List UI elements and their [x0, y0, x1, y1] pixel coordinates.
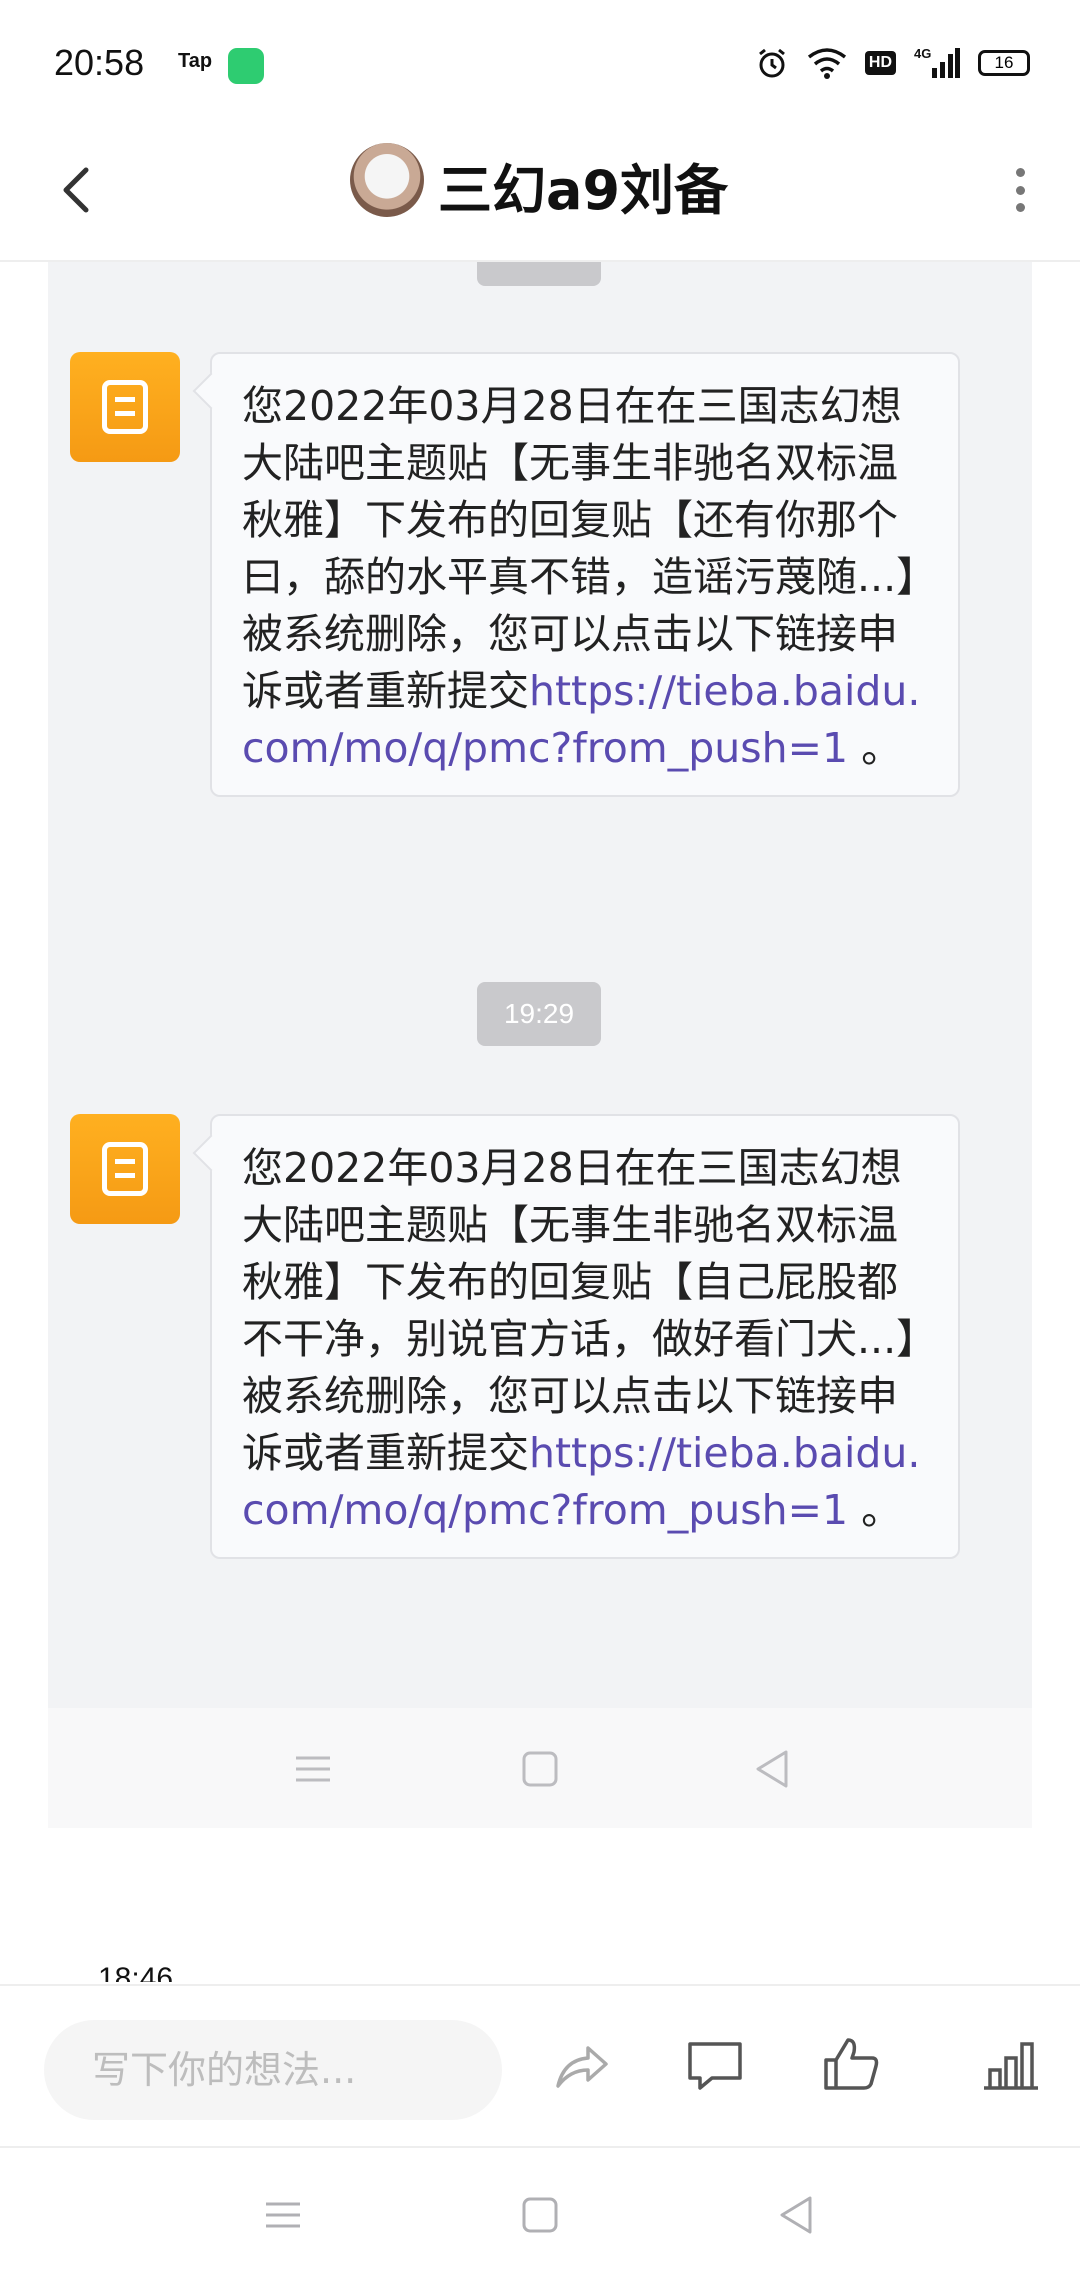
embedded-status-bar: 18:46 — [0, 1960, 1080, 1982]
bottom-action-bar — [0, 1984, 1080, 2148]
menu-icon — [296, 1756, 330, 1782]
avatar[interactable] — [350, 143, 424, 217]
battery-indicator: 16 — [978, 50, 1030, 76]
wifi-icon — [807, 48, 846, 79]
stats-icon[interactable] — [976, 2030, 1046, 2100]
status-time: 20:58 — [54, 42, 145, 83]
status-bar: 20:58 Tap HD 4G 16 — [0, 0, 1080, 120]
home-icon[interactable] — [515, 2190, 565, 2240]
message-text: 您2022年03月28日在在三国志幻想大陆吧主题贴【无事生非驰名双标温秋雅】下发… — [242, 1140, 928, 1539]
like-icon[interactable] — [816, 2030, 886, 2100]
back-triangle-icon[interactable] — [772, 2190, 822, 2240]
message-bubble[interactable]: 您2022年03月28日在在三国志幻想大陆吧主题贴【无事生非驰名双标温秋雅】下发… — [210, 352, 960, 797]
chat-area[interactable]: 您2022年03月28日在在三国志幻想大陆吧主题贴【无事生非驰名双标温秋雅】下发… — [48, 262, 1032, 1708]
chevron-left-icon — [63, 167, 89, 213]
timestamp-chip: 19:29 — [477, 982, 601, 1046]
home-icon — [522, 1751, 558, 1787]
message-body: 您2022年03月28日在在三国志幻想大陆吧主题贴【无事生非驰名双标温秋雅】下发… — [242, 1144, 917, 1477]
back-button[interactable] — [40, 150, 120, 230]
menu-icon[interactable] — [258, 2190, 308, 2240]
dot-icon — [1015, 203, 1025, 212]
message-text: 您2022年03月28日在在三国志幻想大陆吧主题贴【无事生非驰名双标温秋雅】下发… — [242, 378, 928, 777]
dot-icon — [1015, 185, 1025, 195]
chat-title: 三幻a9刘备 — [438, 159, 729, 222]
sender-icon — [70, 352, 180, 462]
document-icon — [102, 1142, 148, 1196]
sender-icon — [70, 1114, 180, 1224]
hd-badge: HD — [864, 51, 896, 75]
message-bubble[interactable]: 您2022年03月28日在在三国志幻想大陆吧主题贴【无事生非驰名双标温秋雅】下发… — [210, 1114, 960, 1559]
more-options-button[interactable] — [1000, 158, 1040, 222]
message-suffix: 。 — [848, 724, 903, 772]
green-app-icon — [228, 48, 264, 84]
signal-icon: 4G — [914, 46, 960, 78]
timestamp-chip — [477, 262, 601, 286]
dot-icon — [1015, 168, 1025, 177]
message-suffix: 。 — [848, 1486, 903, 1534]
alarm-icon — [758, 48, 785, 78]
document-icon — [102, 380, 148, 434]
comment-input[interactable] — [44, 2020, 502, 2120]
status-indicators: HD 4G 16 — [755, 46, 1030, 80]
message-body: 您2022年03月28日在在三国志幻想大陆吧主题贴【无事生非驰名双标温秋雅】下发… — [242, 382, 917, 715]
back-triangle-icon — [756, 1750, 788, 1788]
chat-header: 三幻a9刘备 — [0, 120, 1080, 262]
embedded-nav-bar — [48, 1708, 1032, 1828]
network-label: 4G — [914, 46, 931, 61]
comment-icon[interactable] — [680, 2030, 750, 2100]
status-time: 18:46 — [98, 1962, 174, 1982]
share-icon[interactable] — [546, 2030, 616, 2100]
tap-app-icon: Tap — [178, 50, 213, 72]
system-nav-bar — [0, 2150, 1080, 2280]
